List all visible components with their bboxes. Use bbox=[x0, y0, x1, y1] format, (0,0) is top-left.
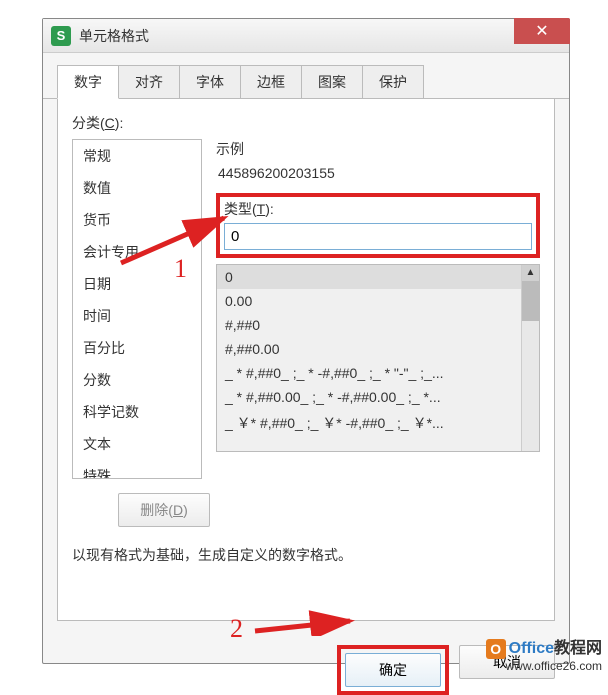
delete-button[interactable]: 删除(D) bbox=[118, 493, 210, 527]
category-item[interactable]: 文本 bbox=[73, 428, 201, 460]
type-list-scrollbar[interactable]: ▲ bbox=[521, 265, 539, 451]
tab-pattern[interactable]: 图案 bbox=[301, 65, 363, 98]
cell-format-dialog: S 单元格格式 ✕ 数字 对齐 字体 边框 图案 保护 分类(C): 常规 数值… bbox=[42, 18, 570, 664]
app-icon: S bbox=[51, 26, 71, 46]
type-option[interactable]: #,##0.00 bbox=[217, 337, 521, 361]
type-option[interactable]: _ ￥* #,##0_ ;_ ￥* -#,##0_ ;_ ￥*... bbox=[217, 409, 521, 437]
sample-label: 示例 bbox=[216, 139, 540, 159]
scroll-thumb[interactable] bbox=[522, 281, 539, 321]
type-option[interactable]: _ * #,##0.00_ ;_ * -#,##0.00_ ;_ *... bbox=[217, 385, 521, 409]
annotation-marker-2: 2 bbox=[230, 614, 243, 644]
category-list[interactable]: 常规 数值 货币 会计专用 日期 时间 百分比 分数 科学记数 文本 特殊 自定… bbox=[72, 139, 202, 479]
watermark-url: www.office26.com bbox=[486, 659, 602, 673]
titlebar: S 单元格格式 ✕ bbox=[43, 19, 569, 53]
tab-font[interactable]: 字体 bbox=[179, 65, 241, 98]
watermark-icon: O bbox=[486, 639, 506, 659]
type-input[interactable] bbox=[224, 223, 532, 250]
type-option[interactable]: 0.00 bbox=[217, 289, 521, 313]
category-item[interactable]: 科学记数 bbox=[73, 396, 201, 428]
type-format-list[interactable]: 0 0.00 #,##0 #,##0.00 _ * #,##0_ ;_ * -#… bbox=[216, 264, 540, 452]
category-item[interactable]: 货币 bbox=[73, 204, 201, 236]
tab-border[interactable]: 边框 bbox=[240, 65, 302, 98]
tab-strip: 数字 对齐 字体 边框 图案 保护 bbox=[43, 53, 569, 99]
tab-protect[interactable]: 保护 bbox=[362, 65, 424, 98]
tab-number[interactable]: 数字 bbox=[57, 65, 119, 99]
category-item[interactable]: 时间 bbox=[73, 300, 201, 332]
close-button[interactable]: ✕ bbox=[514, 18, 570, 44]
ok-highlight-box: 确定 bbox=[337, 645, 449, 695]
category-item[interactable]: 特殊 bbox=[73, 460, 201, 479]
scroll-up-icon[interactable]: ▲ bbox=[522, 265, 539, 281]
category-label: 分类(C): bbox=[72, 113, 540, 133]
type-highlight-box: 类型(T): bbox=[216, 193, 540, 258]
annotation-marker-1: 1 bbox=[174, 254, 187, 284]
category-item[interactable]: 百分比 bbox=[73, 332, 201, 364]
right-column: 示例 445896200203155 类型(T): 0 0.00 #,##0 #… bbox=[216, 139, 540, 479]
hint-text: 以现有格式为基础，生成自定义的数字格式。 bbox=[72, 545, 540, 565]
type-option[interactable]: 0 bbox=[217, 265, 521, 289]
type-option[interactable]: #,##0 bbox=[217, 313, 521, 337]
watermark-brand-cn: 教程网 bbox=[554, 640, 602, 657]
type-option[interactable]: _ * #,##0_ ;_ * -#,##0_ ;_ * "-"_ ;_... bbox=[217, 361, 521, 385]
watermark-brand-en: Office bbox=[509, 640, 554, 657]
ok-button[interactable]: 确定 bbox=[345, 653, 441, 687]
window-title: 单元格格式 bbox=[79, 26, 149, 46]
category-item[interactable]: 分数 bbox=[73, 364, 201, 396]
category-item[interactable]: 常规 bbox=[73, 140, 201, 172]
tab-body: 分类(C): 常规 数值 货币 会计专用 日期 时间 百分比 分数 科学记数 文… bbox=[57, 99, 555, 621]
sample-value: 445896200203155 bbox=[216, 165, 540, 181]
category-item[interactable]: 数值 bbox=[73, 172, 201, 204]
tab-align[interactable]: 对齐 bbox=[118, 65, 180, 98]
type-label: 类型(T): bbox=[224, 199, 532, 219]
watermark: OOffice教程网 www.office26.com bbox=[486, 639, 602, 673]
